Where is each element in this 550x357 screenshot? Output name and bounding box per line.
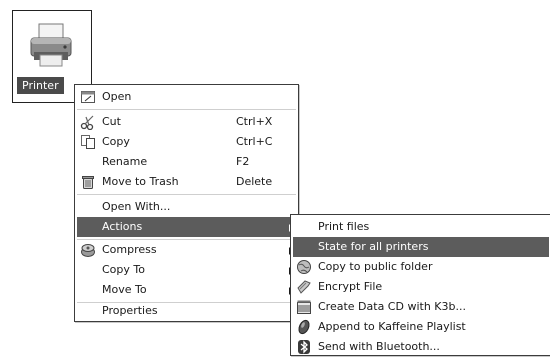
submenu-item-append-to-kaffeine[interactable]: Append to Kaffeine Playlist (293, 317, 549, 337)
submenu-item-label: Copy to public folder (318, 260, 433, 273)
menu-item-shortcut: Ctrl+X (236, 115, 273, 128)
menu-item-label: Open With... (102, 200, 171, 213)
menu-item-copy-to[interactable]: Copy To (77, 260, 296, 280)
submenu-item-label: Encrypt File (318, 280, 383, 293)
menu-item-move-to[interactable]: Move To (77, 280, 296, 300)
menu-item-compress[interactable]: Compress (77, 240, 296, 260)
key-icon (296, 279, 312, 295)
submenu-item-state-for-all-printers[interactable]: State for all printers (293, 237, 549, 257)
menu-separator (77, 194, 296, 195)
menu-separator (77, 109, 296, 110)
menu-item-shortcut: Delete (236, 175, 273, 188)
open-icon (80, 89, 96, 105)
submenu-item-label: Create Data CD with K3b... (318, 300, 466, 313)
submenu-item-label: Send with Bluetooth... (318, 340, 440, 353)
menu-item-label: Rename (102, 155, 148, 168)
submenu-item-label: Append to Kaffeine Playlist (318, 320, 466, 333)
printer-icon (28, 22, 74, 68)
menu-item-move-to-trash[interactable]: Move to Trash Delete (77, 172, 296, 192)
submenu-item-send-with-bluetooth[interactable]: Send with Bluetooth... (293, 337, 549, 357)
menu-item-label: Actions (102, 220, 143, 233)
submenu-item-copy-to-public-folder[interactable]: Copy to public folder (293, 257, 549, 277)
menu-item-open-with[interactable]: Open With... (77, 197, 296, 217)
context-menu: Open Cut Ctrl+X Copy Ctrl+C Rename F2 Mo… (74, 84, 299, 322)
cd-icon (296, 299, 312, 315)
submenu-item-label: Print files (318, 220, 370, 233)
menu-item-label: Move To (102, 283, 147, 296)
trash-icon (80, 174, 96, 190)
menu-item-open[interactable]: Open (77, 87, 296, 107)
menu-item-label: Copy To (102, 263, 145, 276)
menu-item-label: Compress (102, 243, 157, 256)
submenu-item-print-files[interactable]: Print files (293, 217, 549, 237)
menu-item-actions[interactable]: Actions (77, 217, 296, 237)
menu-item-rename[interactable]: Rename F2 (77, 152, 296, 172)
menu-item-label: Move to Trash (102, 175, 179, 188)
menu-item-shortcut: Ctrl+C (236, 135, 273, 148)
scissors-icon (80, 114, 96, 130)
menu-item-shortcut: F2 (236, 155, 250, 168)
menu-item-copy[interactable]: Copy Ctrl+C (77, 132, 296, 152)
menu-item-properties[interactable]: Properties (77, 301, 296, 321)
compress-icon (80, 242, 96, 258)
actions-submenu: Print files State for all printers Copy … (290, 214, 550, 356)
submenu-item-label: State for all printers (318, 240, 429, 253)
submenu-item-encrypt-file[interactable]: Encrypt File (293, 277, 549, 297)
desktop-icon-label: Printer (17, 77, 64, 94)
menu-item-label: Copy (102, 135, 130, 148)
menu-item-cut[interactable]: Cut Ctrl+X (77, 112, 296, 132)
menu-item-label: Open (102, 90, 132, 103)
globe-icon (296, 259, 312, 275)
submenu-item-create-data-cd[interactable]: Create Data CD with K3b... (293, 297, 549, 317)
menu-item-label: Properties (102, 304, 158, 317)
media-icon (296, 319, 312, 335)
menu-item-label: Cut (102, 115, 121, 128)
bluetooth-icon (296, 339, 312, 355)
copy-icon (80, 134, 96, 150)
